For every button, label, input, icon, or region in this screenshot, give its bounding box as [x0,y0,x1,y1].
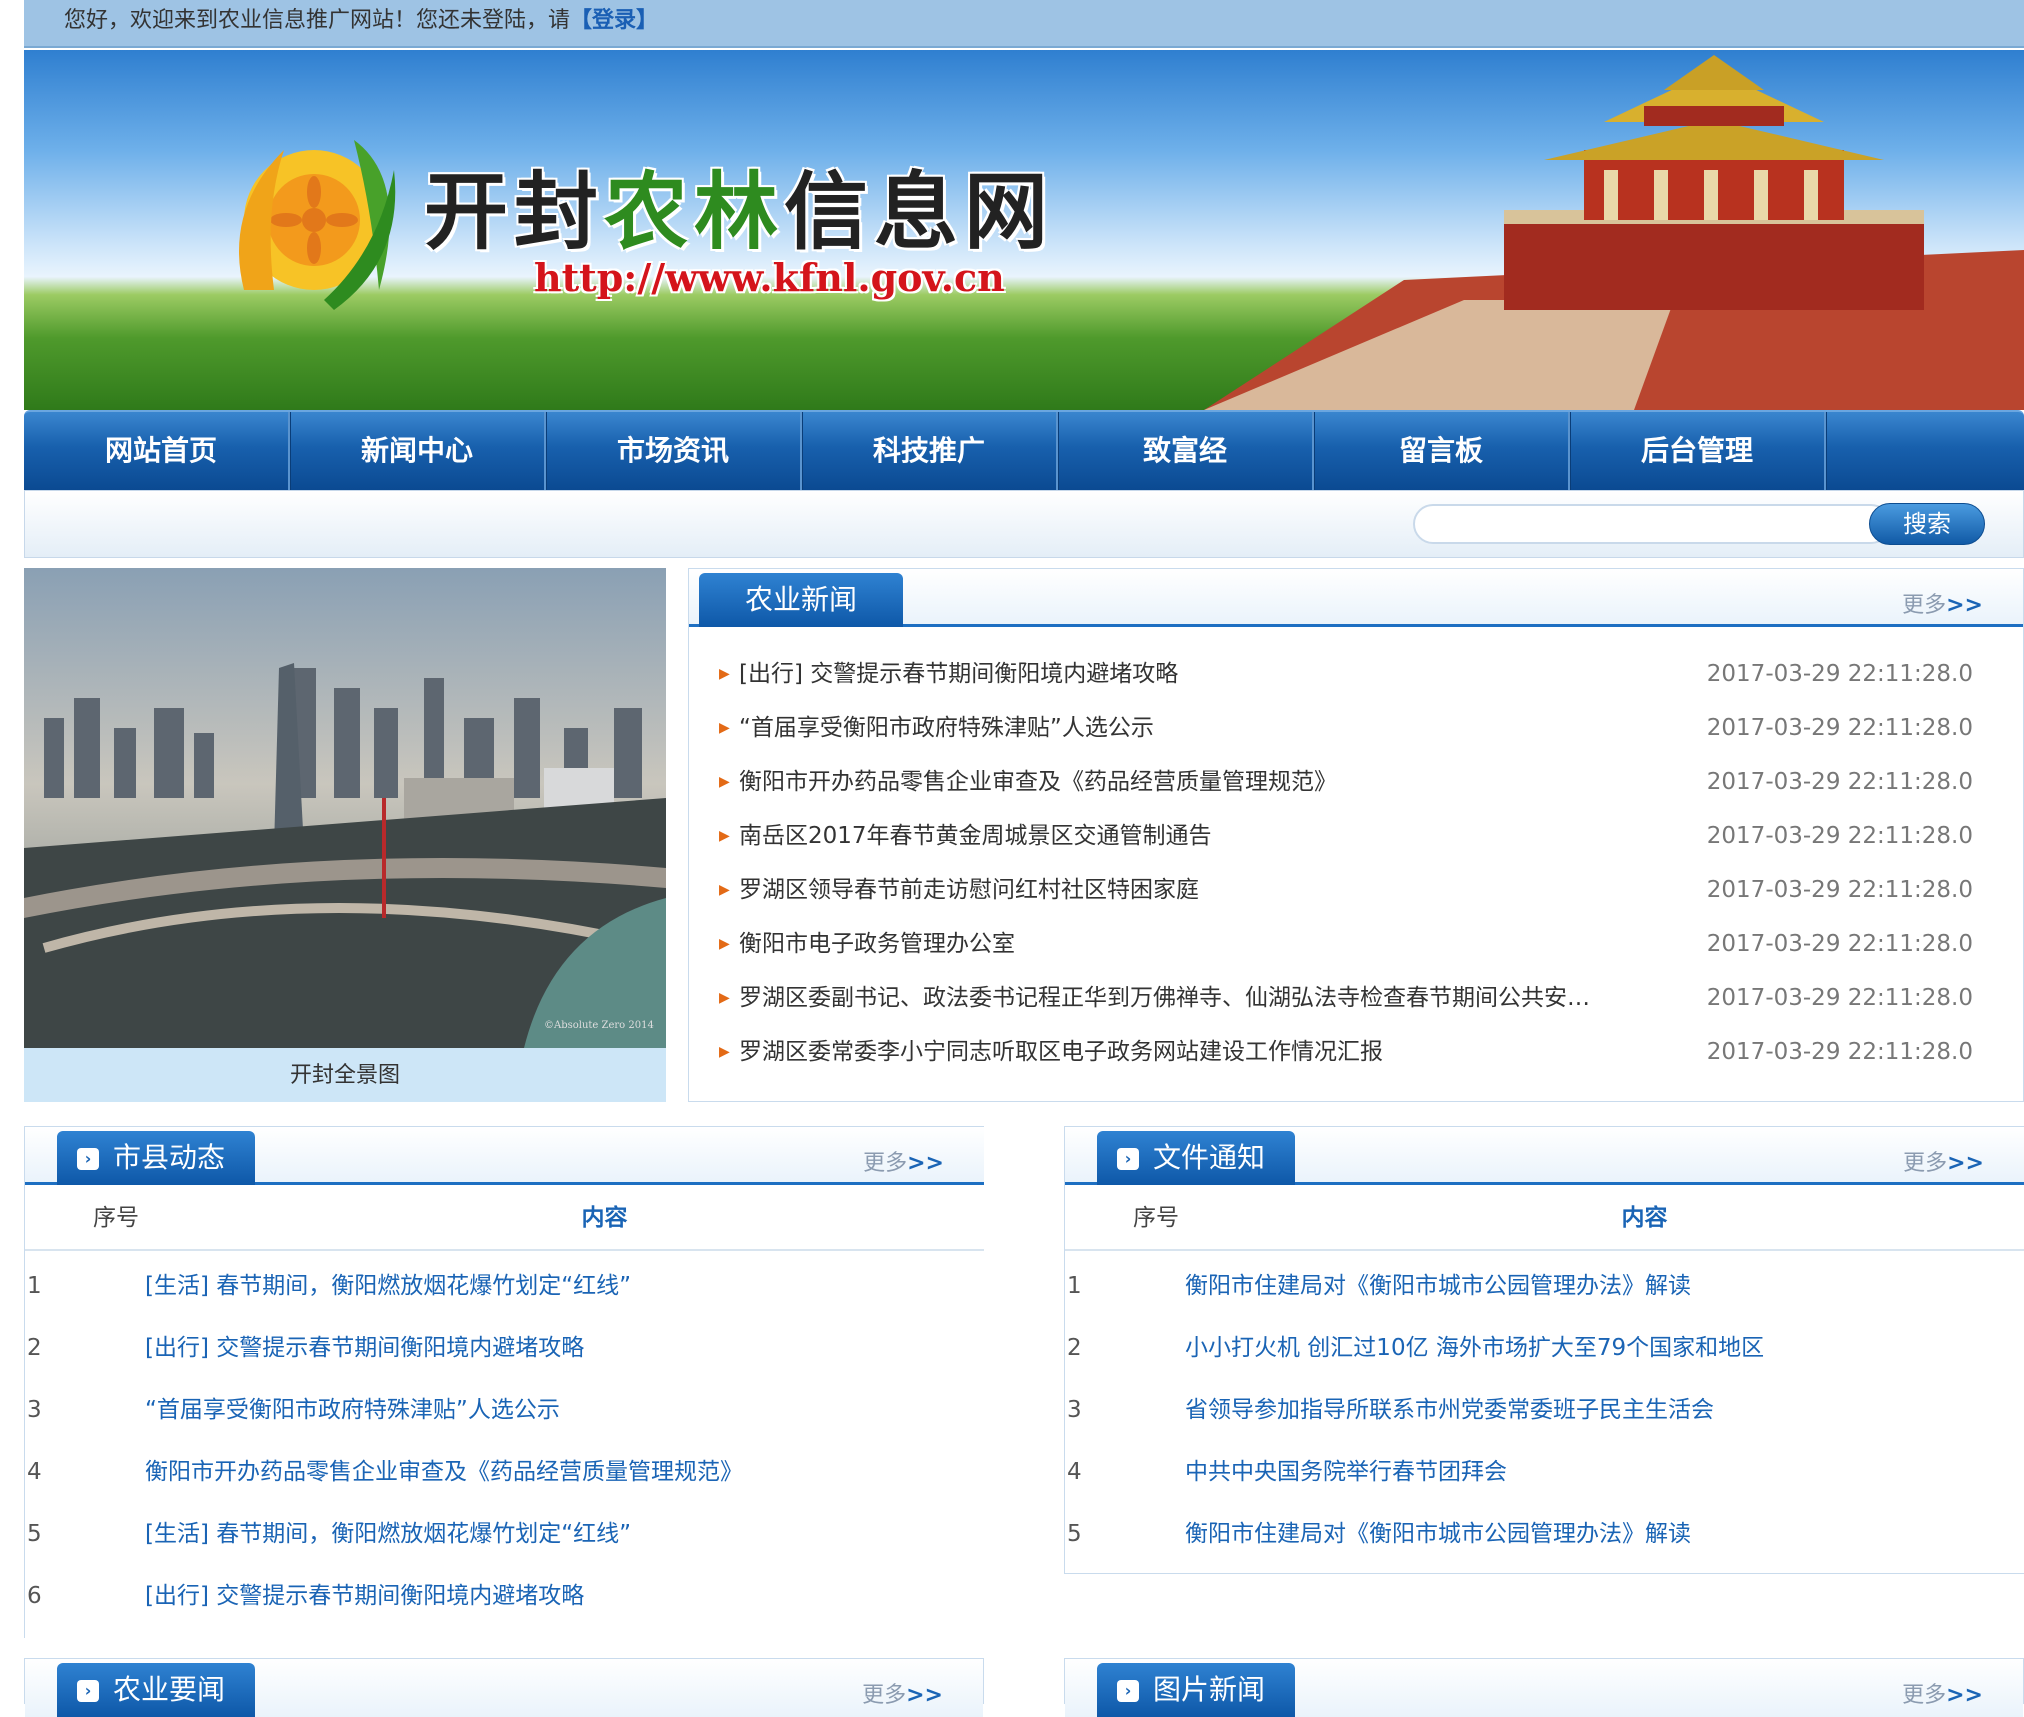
arrow-right-icon: ▶ [719,936,730,952]
chevron-right-icon: › [77,1680,99,1702]
nav-item-market-info[interactable]: 市场资讯 [546,412,802,490]
panel-tab[interactable]: › 图片新闻 [1097,1663,1296,1717]
table-row: 6 [出行] 交警提示春节期间衡阳境内避堵攻略 [27,1583,585,1609]
table-row: 3 “首届享受衡阳市政府特殊津贴”人选公示 [27,1397,560,1423]
panel-tab[interactable]: 农业新闻 [699,573,904,627]
panel-header: › 农业要闻 更多>> [25,1659,983,1717]
welcome-text: 您好，欢迎来到农业信息推广网站！您还未登陆，请 [64,8,571,33]
nav-item-news-center[interactable]: 新闻中心 [290,412,546,490]
list-item: ▶ “首届享受衡阳市政府特殊津贴”人选公示 2017-03-29 22:11:28.… [719,701,1973,755]
search-bar: 搜索 [24,490,2024,558]
table-row: 4 衡阳市开办药品零售企业审查及《药品经营质量管理规范》 [27,1459,743,1485]
arrow-right-icon: ▶ [719,990,730,1006]
list-item: ▶ [出行] 交警提示春节期间衡阳境内避堵攻略 2017-03-29 22:11:2… [719,647,1973,701]
more-link[interactable]: 更多>> [863,1145,944,1177]
site-title: 开封农林信息网 [424,162,1055,261]
more-link[interactable]: 更多>> [862,1677,943,1709]
nav-item-wealth[interactable]: 致富经 [1058,412,1314,490]
table-row: 5 [生活] 春节期间，衡阳燃放烟花爆竹划定“红线” [27,1521,632,1547]
nav-item-tech-promotion[interactable]: 科技推广 [802,412,1058,490]
list-item: ▶ 南岳区2017年春节黄金周城景区交通管制通告 2017-03-29 22:11:… [719,809,1973,863]
table-header: 序号 内容 [1065,1185,2024,1251]
search-input[interactable] [1413,504,1891,544]
agri-news-list: ▶ [出行] 交警提示春节期间衡阳境内避堵攻略 2017-03-29 22:11:2… [689,627,2023,1079]
wheat-sun-logo-icon [239,140,396,310]
panel-header: 农业新闻 更多>> [689,569,2023,627]
panorama-photo-box: ©Absolute Zero 2014 开封全景图 [24,568,666,1102]
nav-item-home[interactable]: 网站首页 [34,412,290,490]
arrow-right-icon: ▶ [719,828,730,844]
panel-header: › 市县动态 更多>> [25,1127,984,1185]
table-row: 2 [出行] 交警提示春节期间衡阳境内避堵攻略 [27,1335,585,1361]
panel-tab[interactable]: › 农业要闻 [57,1663,256,1717]
login-link[interactable]: 【登录】 [570,8,658,33]
search-button[interactable]: 搜索 [1869,503,1985,545]
list-item: ▶ 罗湖区委副书记、政法委书记程正华到万佛禅寺、仙湖弘法寺检查春节期间公共安… 20… [719,971,1973,1025]
table-row: 4 中共中央国务院举行春节团拜会 [1067,1459,1507,1485]
panel-tab[interactable]: › 文件通知 [1097,1131,1296,1185]
list-item: ▶ 衡阳市开办药品零售企业审查及《药品经营质量管理规范》 2017-03-29 22… [719,755,1973,809]
table-row: 5 衡阳市住建局对《衡阳市城市公园管理办法》解读 [1067,1521,1691,1547]
table-row: 1 衡阳市住建局对《衡阳市城市公园管理办法》解读 [1067,1273,1691,1299]
more-link[interactable]: 更多>> [1903,1145,1984,1177]
chevron-right-icon: › [1117,1148,1139,1170]
agri-key-news-panel: › 农业要闻 更多>> [24,1658,984,1717]
chevron-right-icon: › [77,1148,99,1170]
nav-item-message-board[interactable]: 留言板 [1314,412,1570,490]
agri-news-panel: 农业新闻 更多>> ▶ [出行] 交警提示春节期间衡阳境内避堵攻略 2017-03-… [688,568,2024,1102]
table-row: 1 [生活] 春节期间，衡阳燃放烟花爆竹划定“红线” [27,1273,632,1299]
table-header: 序号 内容 [25,1185,984,1251]
arrow-right-icon: ▶ [719,774,730,790]
city-panorama-image[interactable]: ©Absolute Zero 2014 [24,568,666,1048]
list-item: ▶ 罗湖区领导春节前走访慰问红村社区特困家庭 2017-03-29 22:11:28… [719,863,1973,917]
photo-caption: 开封全景图 [289,1063,400,1088]
site-banner: 开封农林信息网 http://www.kfnl.gov.cn [24,50,2024,410]
arrow-right-icon: ▶ [719,720,730,736]
main-nav: 网站首页 新闻中心 市场资讯 科技推广 致富经 留言板 后台管理 [24,410,2024,490]
panel-header: › 文件通知 更多>> [1065,1127,2024,1185]
more-link[interactable]: 更多>> [1902,587,1983,619]
more-link[interactable]: 更多>> [1902,1677,1983,1709]
county-news-panel: › 市县动态 更多>> 序号 内容 1 [生活] 春节期间，衡阳燃放烟花爆竹划定“红… [24,1126,984,1638]
arrow-right-icon: ▶ [719,1044,730,1060]
arrow-right-icon: ▶ [719,882,730,898]
table-row: 3 省领导参加指导所联系市州党委常委班子民主生活会 [1067,1397,1714,1423]
list-item: ▶ 罗湖区委常委李小宁同志听取区电子政务网站建设工作情况汇报 2017-03-29 … [719,1025,1973,1079]
welcome-bar: 您好，欢迎来到农业信息推广网站！您还未登陆，请【登录】 [24,0,2024,48]
temple-image [1204,55,2024,410]
file-notice-panel: › 文件通知 更多>> 序号 内容 1 衡阳市住建局对《衡阳市城市公园管理办法》解读… [1064,1126,2024,1574]
site-url: http://www.kfnl.gov.cn [534,255,1005,300]
panel-tab[interactable]: › 市县动态 [57,1131,256,1185]
svg-text:©Absolute Zero 2014: ©Absolute Zero 2014 [544,1020,654,1031]
arrow-right-icon: ▶ [719,666,730,682]
picture-news-panel: › 图片新闻 更多>> [1064,1658,2024,1717]
nav-item-admin[interactable]: 后台管理 [1570,412,1826,490]
panel-header: › 图片新闻 更多>> [1065,1659,2023,1717]
list-item: ▶ 衡阳市电子政务管理办公室 2017-03-29 22:11:28.0 [719,917,1973,971]
chevron-right-icon: › [1117,1680,1139,1702]
table-row: 2 小小打火机 创汇过10亿 海外市场扩大至79个国家和地区 [1067,1335,1765,1361]
